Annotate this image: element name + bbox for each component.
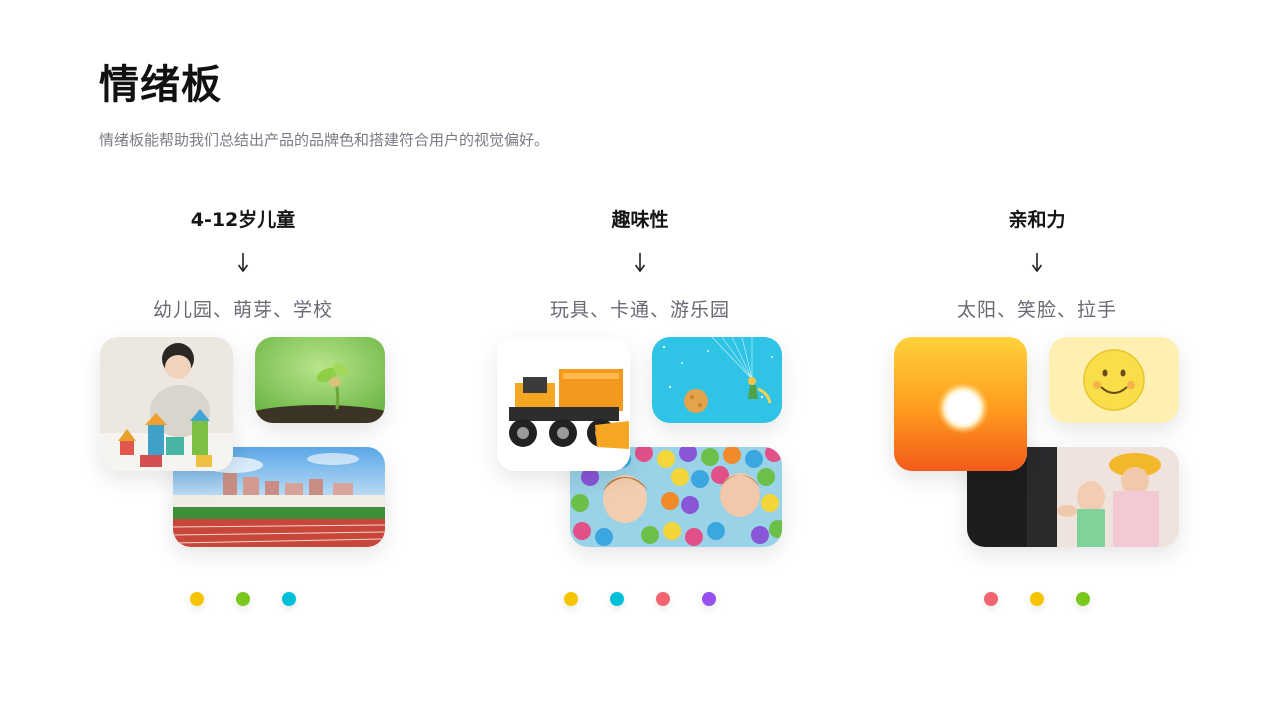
column-heading: 趣味性 — [611, 209, 669, 231]
palette-swatch-cyan — [610, 592, 624, 606]
palette-swatch-yellow — [1030, 592, 1044, 606]
palette-swatch-purple — [702, 592, 716, 606]
column-heading: 4-12岁儿童 — [190, 209, 296, 231]
down-arrow-icon — [887, 252, 1187, 274]
cartoon-little-prince-illustration — [652, 337, 782, 423]
column-heading: 亲和力 — [1008, 209, 1066, 231]
smiley-face-illustration — [1049, 337, 1179, 423]
palette-swatch-red — [656, 592, 670, 606]
palette-swatch-cyan — [282, 592, 296, 606]
palette-swatch-yellow — [564, 592, 578, 606]
column-keywords: 玩具、卡通、游乐园 — [549, 299, 730, 321]
color-palette — [887, 592, 1187, 606]
color-palette — [490, 592, 790, 606]
column-keywords: 幼儿园、萌芽、学校 — [152, 299, 333, 321]
down-arrow-icon — [490, 252, 790, 274]
toddler-building-blocks-photo — [100, 337, 233, 471]
column-keywords: 太阳、笑脸、拉手 — [956, 299, 1117, 321]
down-arrow-icon — [93, 252, 393, 274]
moodboard-column-children: 4-12岁儿童 幼儿园、萌芽、学校 — [93, 0, 393, 720]
palette-swatch-green — [236, 592, 250, 606]
palette-swatch-yellow — [190, 592, 204, 606]
seedling-sprout-photo — [255, 337, 385, 423]
palette-swatch-green — [1076, 592, 1090, 606]
moodboard-column-fun: 趣味性 玩具、卡通、游乐园 — [490, 0, 790, 720]
sunset-sun-photo — [894, 337, 1027, 471]
palette-swatch-red — [984, 592, 998, 606]
toy-bulldozer-photo — [497, 337, 630, 471]
color-palette — [93, 592, 393, 606]
moodboard-column-affinity: 亲和力 太阳、笑脸、拉手 — [887, 0, 1187, 720]
